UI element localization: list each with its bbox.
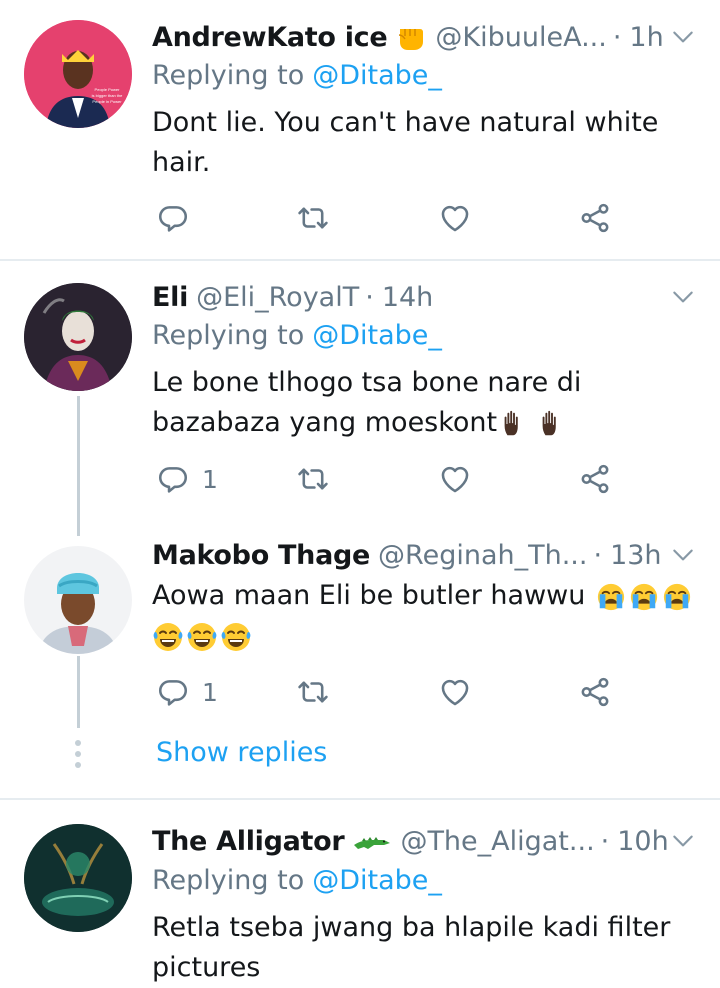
tweet-header: The Alligator @The_Aligat... · 10h <box>152 822 700 860</box>
tweet-text: Aowa maan Eli be butler hawwu <box>152 576 706 656</box>
share-icon <box>578 462 612 496</box>
reply-count: 1 <box>202 464 218 494</box>
chevron-down-icon[interactable] <box>670 828 696 854</box>
username[interactable]: @Eli_RoyalT <box>196 282 359 313</box>
heart-icon <box>438 462 472 496</box>
separator-dot: · <box>365 281 374 313</box>
timestamp[interactable]: 10h <box>617 826 668 857</box>
share-button[interactable] <box>578 198 612 238</box>
reply-button[interactable]: 1 <box>156 459 218 499</box>
reply-button[interactable] <box>156 198 202 238</box>
reply-button[interactable]: 1 <box>156 672 218 712</box>
username[interactable]: @The_Aligat... <box>400 826 594 857</box>
display-name[interactable]: Makobo Thage <box>152 540 370 571</box>
avatar-caption: People in Power <box>92 99 122 104</box>
tears-of-joy-emoji <box>152 621 184 653</box>
retweet-icon <box>296 201 330 235</box>
tweet-text: Le bone tlhogo tsa bone nare di bazabaza… <box>152 363 694 443</box>
crying-face-emoji <box>629 582 659 612</box>
tweet[interactable]: Makobo Thage @Reginah_Th... · 13h Aowa m… <box>0 526 720 726</box>
tears-of-joy-emoji <box>186 621 218 653</box>
like-button[interactable] <box>438 672 472 712</box>
retweet-icon <box>296 675 330 709</box>
chevron-down-icon[interactable] <box>670 24 696 50</box>
tweet-text-line: pictures <box>152 952 261 983</box>
separator-dot: · <box>600 825 610 857</box>
tweet-text-line: Aowa maan Eli be butler hawwu <box>152 580 586 611</box>
crying-face-emoji <box>596 582 626 612</box>
share-button[interactable] <box>578 459 612 499</box>
timestamp[interactable]: 14h <box>382 282 433 313</box>
separator-dot: · <box>593 539 603 571</box>
replying-to-label: Replying to <box>152 60 305 91</box>
display-name[interactable]: The Alligator <box>152 826 345 857</box>
timestamp[interactable]: 1h <box>629 22 663 53</box>
chevron-down-icon[interactable] <box>670 284 696 310</box>
retweet-icon <box>296 462 330 496</box>
tweet[interactable]: Eli @Eli_RoyalT · 14h Replying to @Ditabe… <box>0 261 720 526</box>
timestamp[interactable]: 13h <box>610 540 661 571</box>
avatar-caption: is bigger than the <box>92 93 123 98</box>
like-button[interactable] <box>438 459 472 499</box>
mention-link[interactable]: @Ditabe_ <box>312 320 442 351</box>
tweet-header: AndrewKato ice @KibuuleA... · 1h <box>152 18 700 56</box>
crocodile-emoji <box>352 829 392 853</box>
thread-dots <box>75 740 81 773</box>
tweet-text-line: Retla tseba jwang ba hlapile kadi filter <box>152 912 671 943</box>
replying-to: Replying to @Ditabe_ <box>152 320 442 351</box>
replying-to-label: Replying to <box>152 865 305 896</box>
share-icon <box>578 675 612 709</box>
replying-to: Replying to @Ditabe_ <box>152 865 442 896</box>
avatar[interactable] <box>24 283 132 391</box>
avatar[interactable]: People Power is bigger than the People i… <box>24 20 132 128</box>
mention-link[interactable]: @Ditabe_ <box>312 865 442 896</box>
like-button[interactable] <box>438 198 472 238</box>
heart-icon <box>438 201 472 235</box>
avatar[interactable] <box>24 824 132 932</box>
reply-count: 1 <box>202 677 218 707</box>
show-replies-link[interactable]: Show replies <box>156 737 327 768</box>
avatar-caption: People Power <box>95 87 121 92</box>
retweet-button[interactable] <box>296 459 330 499</box>
username[interactable]: @Reginah_Th... <box>378 540 587 571</box>
raised-hand-dark-emoji <box>499 409 529 439</box>
chevron-down-icon[interactable] <box>670 542 696 568</box>
crying-face-emoji <box>662 582 692 612</box>
tears-of-joy-emoji <box>220 621 252 653</box>
share-icon <box>578 201 612 235</box>
display-name[interactable]: Eli <box>152 282 188 313</box>
tweet-text-line: Le bone tlhogo tsa bone nare di <box>152 367 582 398</box>
tweet-text-line: Dont lie. You can't have natural white <box>152 107 659 138</box>
tweet-actions <box>152 198 632 238</box>
mention-link[interactable]: @Ditabe_ <box>312 60 442 91</box>
tweet-text: Dont lie. You can't have natural white h… <box>152 103 694 183</box>
tweet-text-line: bazabaza yang moeskont <box>152 407 498 438</box>
separator-dot: · <box>612 21 622 53</box>
tweet-header: Eli @Eli_RoyalT · 14h <box>152 278 700 316</box>
heart-icon <box>438 675 472 709</box>
replying-to-label: Replying to <box>152 320 305 351</box>
reply-icon <box>156 462 190 496</box>
avatar[interactable] <box>24 546 132 654</box>
username[interactable]: @KibuuleA... <box>435 22 606 53</box>
replying-to: Replying to @Ditabe_ <box>152 60 442 91</box>
tweet[interactable]: The Alligator @The_Aligat... · 10h Reply… <box>0 800 720 987</box>
tweet-text-line: hair. <box>152 147 211 178</box>
tweet[interactable]: People Power is bigger than the People i… <box>0 0 720 259</box>
share-button[interactable] <box>578 672 612 712</box>
tweet-header: Makobo Thage @Reginah_Th... · 13h <box>152 536 700 574</box>
retweet-button[interactable] <box>296 198 330 238</box>
tweet-actions: 1 <box>152 459 632 499</box>
tweet-actions: 1 <box>152 672 632 712</box>
display-name[interactable]: AndrewKato ice <box>152 22 388 53</box>
fist-emoji <box>395 21 427 53</box>
tweet-text: Retla tseba jwang ba hlapile kadi filter… <box>152 908 706 988</box>
reply-icon <box>156 201 190 235</box>
raised-hand-dark-emoji <box>537 409 567 439</box>
reply-icon <box>156 675 190 709</box>
retweet-button[interactable] <box>296 672 330 712</box>
